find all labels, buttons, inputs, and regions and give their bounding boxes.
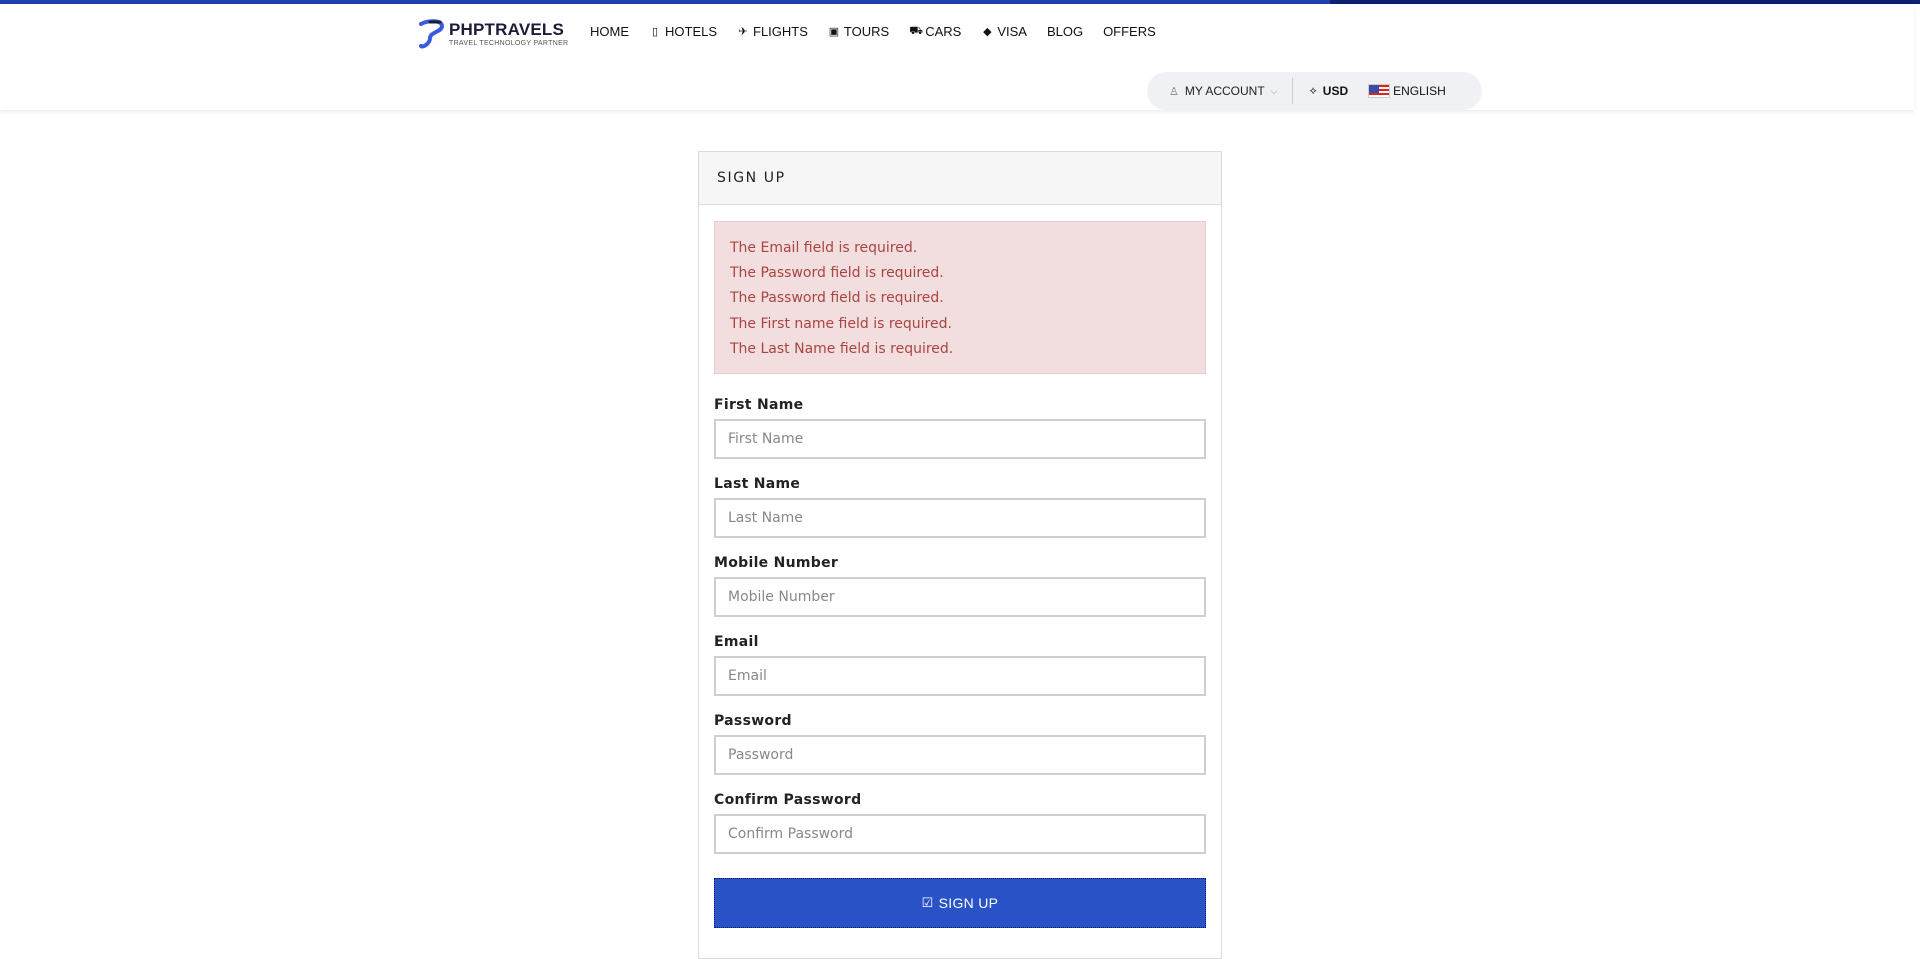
language-selector[interactable]: ENGLISH	[1368, 84, 1446, 98]
error-message: The First name field is required.	[730, 315, 952, 332]
error-message: The Password field is required.	[730, 265, 944, 282]
error-message: The Last Name field is required.	[730, 340, 954, 357]
nav-visa-label: VISA	[997, 24, 1027, 39]
building-icon: ▯	[651, 26, 659, 38]
money-icon: ⟡	[1309, 84, 1317, 97]
password-field[interactable]	[714, 735, 1206, 775]
confirm-password-group: Confirm Password	[714, 792, 1206, 854]
signup-button-label: SIGN UP	[938, 895, 999, 911]
signup-form: First Name Last Name Mobile Number Email…	[714, 397, 1206, 871]
mobile-label: Mobile Number	[714, 555, 839, 571]
password-label: Password	[714, 713, 792, 729]
nav-blog[interactable]: BLOG	[1047, 24, 1083, 39]
main-nav: HOME ▯ HOTELS ✈ FLIGHTS ▣ TOURS ⛟ CARS ◆…	[590, 24, 1176, 39]
brand-logo[interactable]: PHPTRAVELS TRAVEL TECHNOLOGY PARTNER	[418, 16, 568, 52]
nav-offers[interactable]: OFFERS	[1103, 24, 1156, 39]
user-icon: ♙	[1169, 85, 1179, 98]
first-name-label: First Name	[714, 397, 804, 413]
site-header: PHPTRAVELS TRAVEL TECHNOLOGY PARTNER HOM…	[0, 4, 1914, 110]
signup-button[interactable]: ☑ SIGN UP	[714, 878, 1206, 928]
first-name-group: First Name	[714, 397, 1206, 459]
nav-home-label: HOME	[590, 24, 629, 39]
first-name-field[interactable]	[714, 419, 1206, 459]
mobile-group: Mobile Number	[714, 555, 1206, 617]
account-bar: ♙ MY ACCOUNT ⌵ ⟡ USD ENGLISH	[1147, 72, 1482, 110]
nav-flights-label: FLIGHTS	[753, 24, 808, 39]
nav-flights[interactable]: ✈ FLIGHTS	[737, 24, 808, 39]
mobile-number-field[interactable]	[714, 577, 1206, 617]
nav-cars[interactable]: ⛟ CARS	[909, 24, 961, 39]
nav-hotels-label: HOTELS	[665, 24, 718, 39]
error-message: The Password field is required.	[730, 290, 944, 307]
last-name-group: Last Name	[714, 476, 1206, 538]
nav-blog-label: BLOG	[1046, 24, 1084, 39]
nav-tours-label: TOURS	[843, 24, 890, 39]
brand-name: PHPTRAVELS	[449, 19, 565, 39]
email-group: Email	[714, 634, 1206, 696]
nav-home[interactable]: HOME	[590, 24, 629, 39]
brand-tagline: TRAVEL TECHNOLOGY PARTNER	[449, 39, 569, 47]
nav-visa[interactable]: ◆ VISA	[981, 24, 1027, 39]
panel-title: SIGN UP	[699, 152, 1221, 205]
language-label: ENGLISH	[1393, 84, 1446, 98]
currency-label: USD	[1322, 84, 1349, 98]
account-divider	[1291, 78, 1293, 104]
confirm-password-label: Confirm Password	[714, 792, 862, 808]
confirm-password-field[interactable]	[714, 814, 1206, 854]
currency-selector[interactable]: ⟡ USD	[1310, 84, 1349, 98]
nav-tours[interactable]: ▣ TOURS	[828, 24, 889, 39]
nav-hotels[interactable]: ▯ HOTELS	[649, 24, 717, 39]
last-name-field[interactable]	[714, 498, 1206, 538]
email-label: Email	[714, 634, 759, 650]
error-alert: The Email field is required. The Passwor…	[714, 221, 1206, 374]
tag-icon: ◆	[983, 26, 992, 38]
car-icon: ⛟	[909, 24, 924, 37]
email-field[interactable]	[714, 656, 1206, 696]
nav-offers-label: OFFERS	[1103, 24, 1156, 39]
password-group: Password	[714, 713, 1206, 775]
suitcase-icon: ▣	[828, 26, 840, 38]
plane-icon: ✈	[738, 26, 748, 38]
error-message: The Email field is required.	[730, 240, 918, 256]
my-account-dropdown[interactable]: ♙ MY ACCOUNT ⌵	[1169, 84, 1278, 98]
my-account-label: MY ACCOUNT	[1184, 84, 1265, 98]
chevron-down-icon: ⌵	[1270, 85, 1278, 96]
signup-panel: SIGN UP The Email field is required. The…	[698, 151, 1222, 959]
nav-cars-label: CARS	[925, 24, 962, 39]
check-square-icon: ☑	[921, 895, 934, 910]
last-name-label: Last Name	[714, 476, 801, 492]
logo-mark-icon	[419, 19, 445, 49]
us-flag-icon	[1368, 84, 1391, 98]
